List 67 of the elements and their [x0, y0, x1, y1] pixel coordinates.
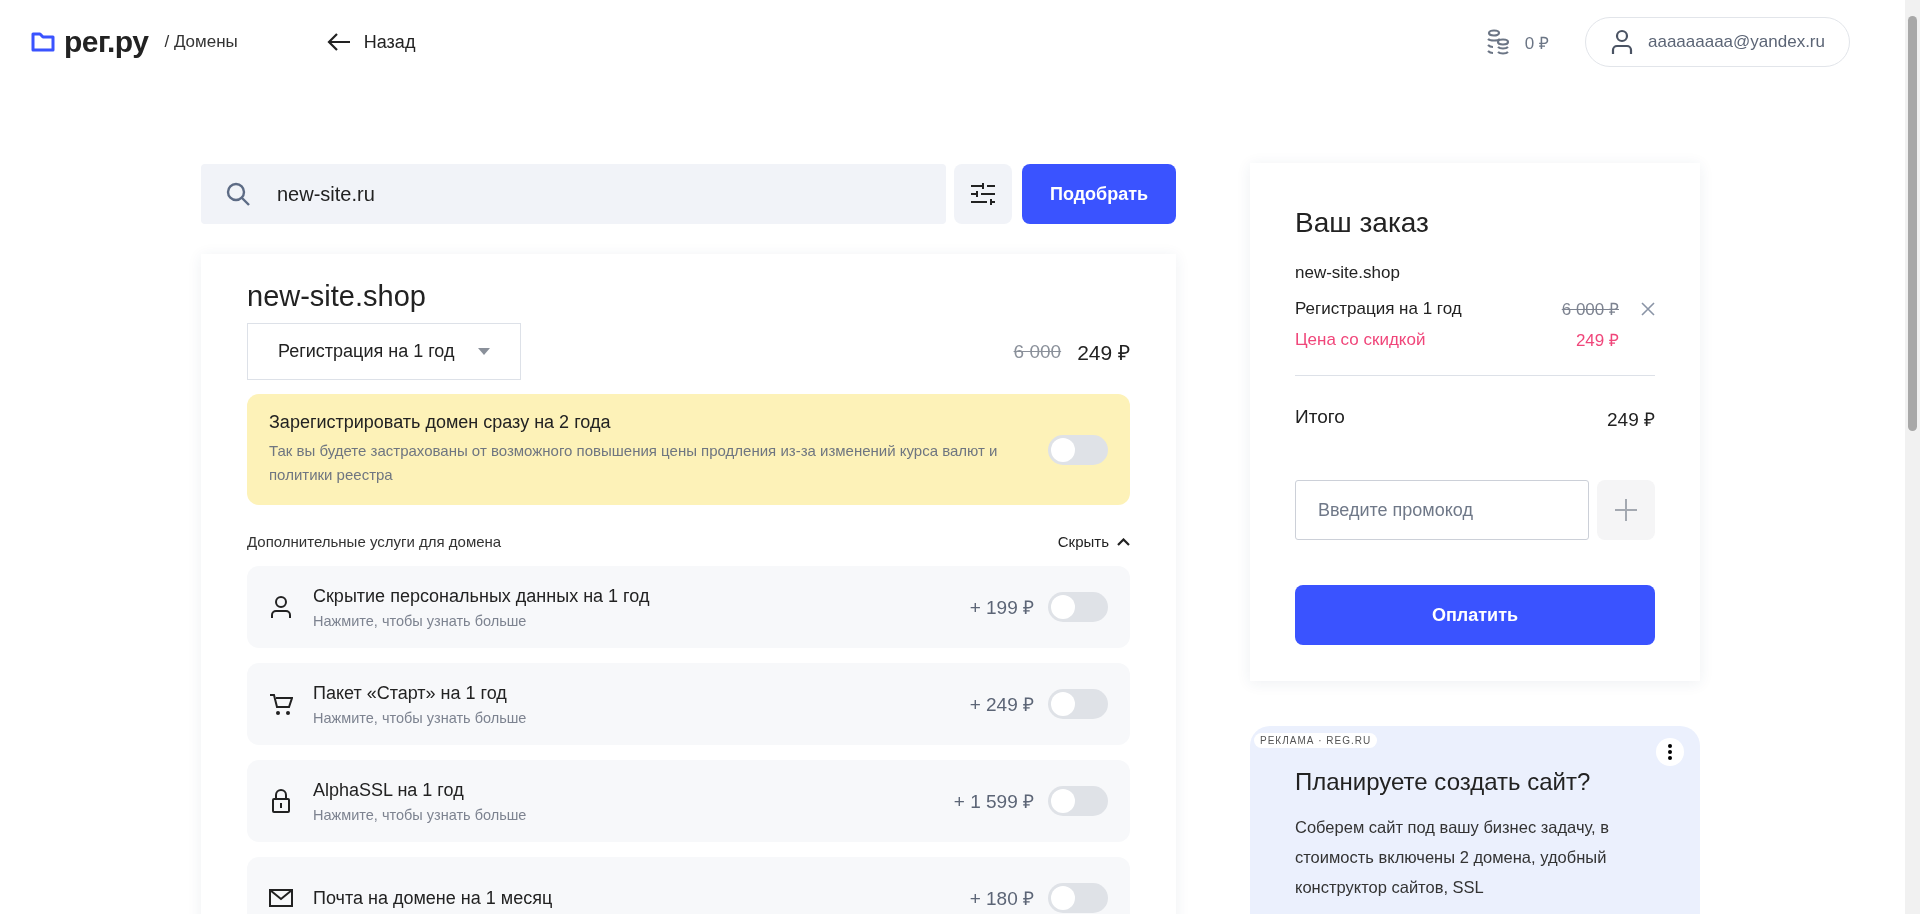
service-price: + 249 ₽: [969, 693, 1034, 717]
ad-text: Соберем сайт под вашу бизнес задачу, в стоимость включены 2 домена, удобный конструктор сайтов, SSL: [1295, 817, 1611, 898]
search-icon: [225, 181, 251, 207]
order-domain: new-site.shop: [1295, 263, 1401, 283]
more-icon: [1668, 744, 1672, 760]
order-line-price: 249 ₽: [1575, 330, 1619, 351]
service-row[interactable]: Пакет «Старт» на 1 год Нажмите, чтобы узнать больше + 249 ₽: [247, 663, 1130, 745]
balance: 0 ₽: [1524, 32, 1549, 54]
ad-title: Планируете создать сайт?: [1295, 768, 1592, 796]
order-line-label: Цена со скидкой: [1295, 329, 1427, 350]
pick-button[interactable]: Подобрать: [1022, 164, 1176, 224]
order-title: Ваш заказ: [1295, 207, 1430, 239]
toggle-switch[interactable]: [1048, 592, 1108, 622]
plus-icon: [1615, 499, 1637, 521]
scrollbar[interactable]: [1905, 0, 1920, 914]
back-link[interactable]: Назад: [325, 31, 416, 53]
sliders-icon: [970, 182, 996, 206]
service-price: + 180 ₽: [969, 887, 1034, 911]
service-price: + 1 599 ₽: [953, 790, 1034, 814]
promo-code-field[interactable]: Введите промокод: [1295, 480, 1589, 540]
services-heading: Дополнительные услуги для домена: [247, 533, 502, 550]
envelope-icon: [269, 888, 293, 908]
order-line-price: 6 000 ₽: [1561, 299, 1619, 320]
promo-title: Зарегистрировать домен сразу на 2 года: [269, 412, 612, 433]
toggle-switch[interactable]: [1048, 689, 1108, 719]
service-hint: Нажмите, чтобы узнать больше: [313, 612, 528, 629]
user-icon: [1610, 29, 1634, 55]
service-hint: Нажмите, чтобы узнать больше: [313, 709, 528, 726]
breadcrumb: / Домены: [164, 32, 238, 52]
logo[interactable]: рег.ру: [64, 25, 149, 59]
more-button[interactable]: [1656, 738, 1684, 766]
add-button[interactable]: [1597, 480, 1655, 540]
person-icon: [269, 595, 293, 619]
chevron-icon: [1117, 537, 1130, 546]
coins-icon: [1484, 29, 1511, 55]
domain-name: new-site.shop: [247, 280, 427, 313]
ad-label: РЕКЛАМА · REG.RU: [1254, 733, 1378, 748]
toggle-switch[interactable]: [1048, 434, 1108, 465]
price: 249 ₽: [1077, 339, 1130, 366]
service-row[interactable]: Скрытие персональных данных на 1 год Нажмите, чтобы узнать больше + 199 ₽: [247, 566, 1130, 648]
service-title: Скрытие персональных данных на 1 год: [313, 585, 651, 607]
pay-button[interactable]: Оплатить: [1295, 585, 1655, 645]
service-title: Пакет «Старт» на 1 год: [313, 682, 508, 704]
lock-icon: [269, 789, 293, 813]
user-button[interactable]: aaaaaaaaa@yandex.ru: [1585, 17, 1850, 67]
service-row[interactable]: AlphaSSL на 1 год Нажмите, чтобы узнать больше + 1 599 ₽: [247, 760, 1130, 842]
service-row[interactable]: Почта на домене на 1 месяц + 180 ₽: [247, 857, 1130, 914]
total-label: Итого: [1295, 406, 1345, 429]
close-icon[interactable]: [1641, 301, 1655, 316]
total-price: 249 ₽: [1607, 408, 1655, 432]
arrow-left-icon: [325, 32, 352, 52]
service-title: AlphaSSL на 1 год: [313, 779, 465, 801]
promo-text: Так вы будете застрахованы от возможного повышения цены продления из-за изменений курса валют и политики реестра: [269, 441, 999, 485]
toggle-switch[interactable]: [1048, 883, 1108, 913]
caret-icon: [478, 348, 491, 355]
hide-link[interactable]: Скрыть: [1057, 533, 1130, 550]
service-hint: Нажмите, чтобы узнать больше: [313, 806, 528, 823]
search-field[interactable]: new-site.ru: [201, 164, 946, 224]
old-price: 6 000: [1013, 340, 1062, 363]
toggle-switch[interactable]: [1048, 786, 1108, 816]
folder-icon: [30, 31, 56, 53]
service-title: Почта на домене на 1 месяц: [313, 887, 554, 909]
filter-button[interactable]: [954, 164, 1012, 224]
service-price: + 199 ₽: [969, 596, 1034, 620]
order-line-label: Регистрация на 1 год: [1295, 298, 1463, 319]
period-dropdown[interactable]: Регистрация на 1 год: [247, 323, 522, 380]
cart-icon: [269, 692, 293, 716]
